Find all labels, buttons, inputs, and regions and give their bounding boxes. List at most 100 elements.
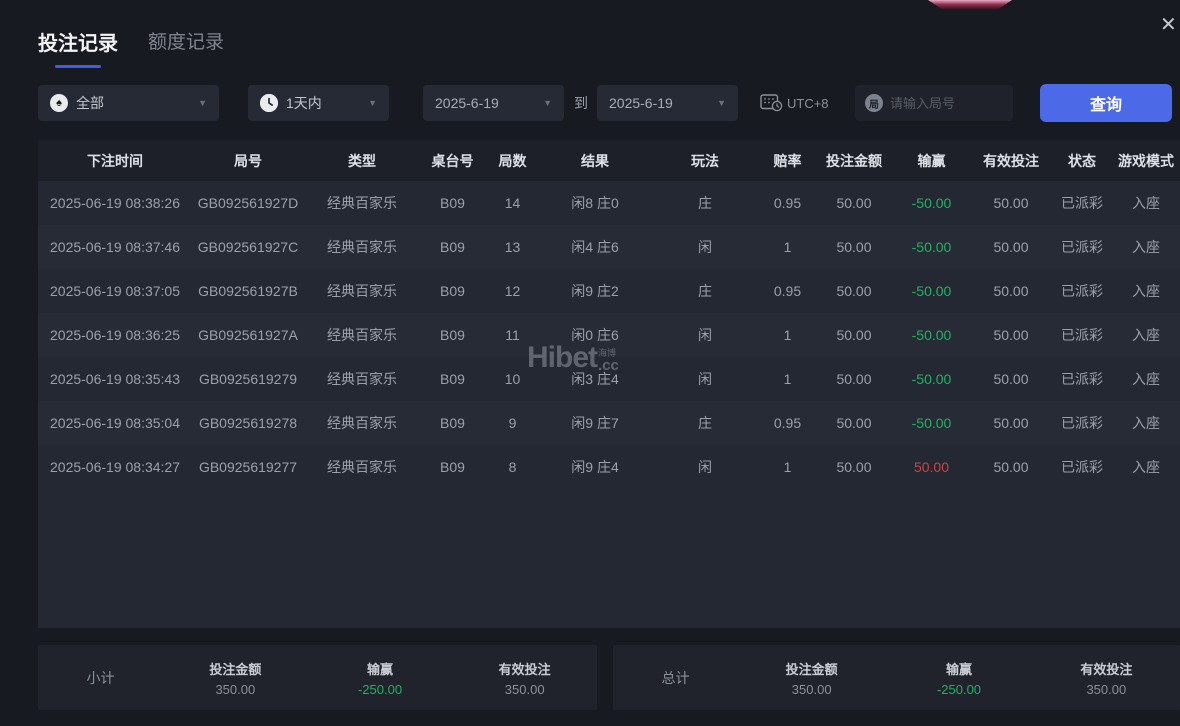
betting-records-table: 下注时间 局号 类型 桌台号 局数 结果 玩法 赔率 投注金额 输赢 有效投注 … [38, 140, 1180, 628]
cell-status: 已派彩 [1052, 281, 1112, 301]
tab-betting-records[interactable]: 投注记录 [38, 27, 118, 68]
chevron-down-icon: ▼ [717, 98, 726, 108]
date-from-select[interactable]: 2025-6-19 ▼ [423, 85, 564, 121]
cell-play-type: 庄 [650, 413, 760, 433]
column-header: 局号 [192, 151, 304, 171]
total-label: 总计 [613, 668, 738, 688]
cell-game-mode: 入座 [1112, 413, 1180, 433]
cell-round-no: 9 [485, 415, 540, 431]
cell-valid-bet: 50.00 [970, 371, 1052, 387]
round-number-icon: 局 [865, 94, 883, 112]
column-header: 桌台号 [420, 151, 485, 171]
subtotal-label: 小计 [38, 668, 163, 688]
cell-status: 已派彩 [1052, 193, 1112, 213]
cell-game-mode: 入座 [1112, 369, 1180, 389]
cell-result: 闲9 庄2 [540, 281, 650, 301]
chevron-down-icon: ▼ [368, 98, 377, 108]
clipped-brand-logo [928, 0, 1012, 10]
cell-bet-time: 2025-06-19 08:37:46 [38, 239, 192, 255]
cell-win-loss: -50.00 [893, 415, 970, 431]
column-header: 局数 [485, 151, 540, 171]
cell-odds: 1 [760, 371, 815, 387]
date-range-to-label: 到 [566, 85, 596, 121]
cell-odds: 1 [760, 327, 815, 343]
table-row: 2025-06-19 08:34:27 GB0925619277 经典百家乐 B… [38, 445, 1180, 489]
cell-table-no: B09 [420, 415, 485, 431]
cell-bet-time: 2025-06-19 08:34:27 [38, 459, 192, 475]
cell-round-no: 8 [485, 459, 540, 475]
cell-game-mode: 入座 [1112, 325, 1180, 345]
column-header: 结果 [540, 151, 650, 171]
column-header: 玩法 [650, 151, 760, 171]
cell-result: 闲4 庄6 [540, 237, 650, 257]
cell-round-id: GB0925619277 [192, 459, 304, 475]
cell-status: 已派彩 [1052, 413, 1112, 433]
column-header: 投注金额 [815, 151, 893, 171]
column-header: 状态 [1052, 151, 1112, 171]
cell-odds: 1 [760, 459, 815, 475]
column-header: 有效投注 [970, 151, 1052, 171]
cell-status: 已派彩 [1052, 325, 1112, 345]
cell-valid-bet: 50.00 [970, 415, 1052, 431]
cell-bet-amount: 50.00 [815, 415, 893, 431]
cell-odds: 1 [760, 239, 815, 255]
cell-game-mode: 入座 [1112, 193, 1180, 213]
date-from-value: 2025-6-19 [435, 95, 499, 111]
cell-table-no: B09 [420, 283, 485, 299]
round-number-input[interactable] [890, 96, 1003, 111]
cell-play-type: 庄 [650, 281, 760, 301]
cell-valid-bet: 50.00 [970, 239, 1052, 255]
cell-odds: 0.95 [760, 415, 815, 431]
table-row: 2025-06-19 08:35:04 GB0925619278 经典百家乐 B… [38, 401, 1180, 445]
cell-game-type: 经典百家乐 [304, 413, 420, 433]
time-range-select[interactable]: 1天内 ▼ [248, 85, 389, 121]
tab-credit-records-label: 额度记录 [148, 27, 224, 54]
cell-table-no: B09 [420, 371, 485, 387]
cell-odds: 0.95 [760, 283, 815, 299]
total-win-loss: 输赢 -250.00 [885, 659, 1032, 697]
total-panel: 总计 投注金额 350.00 输赢 -250.00 有效投注 350.00 [613, 645, 1180, 710]
cell-round-no: 12 [485, 283, 540, 299]
column-header: 赔率 [760, 151, 815, 171]
cell-odds: 0.95 [760, 195, 815, 211]
cell-play-type: 闲 [650, 237, 760, 257]
cell-bet-time: 2025-06-19 08:38:26 [38, 195, 192, 211]
time-range-value: 1天内 [286, 93, 322, 113]
date-to-select[interactable]: 2025-6-19 ▼ [597, 85, 738, 121]
timezone-label: UTC+8 [787, 96, 829, 111]
query-button[interactable]: 查询 [1040, 84, 1172, 122]
subtotal-bet-amount: 投注金额 350.00 [163, 659, 308, 697]
cell-game-type: 经典百家乐 [304, 281, 420, 301]
cell-bet-amount: 50.00 [815, 195, 893, 211]
cell-game-mode: 入座 [1112, 237, 1180, 257]
cell-round-id: GB092561927D [192, 195, 304, 211]
cell-win-loss: -50.00 [893, 371, 970, 387]
table-header: 下注时间 局号 类型 桌台号 局数 结果 玩法 赔率 投注金额 输赢 有效投注 … [38, 140, 1180, 181]
cell-valid-bet: 50.00 [970, 195, 1052, 211]
table-row: 2025-06-19 08:37:05 GB092561927B 经典百家乐 B… [38, 269, 1180, 313]
subtotal-valid-bet: 有效投注 350.00 [452, 659, 597, 697]
column-header: 下注时间 [38, 151, 192, 171]
table-row: 2025-06-19 08:36:25 GB092561927A 经典百家乐 B… [38, 313, 1180, 357]
cell-win-loss: -50.00 [893, 327, 970, 343]
cell-result: 闲9 庄7 [540, 413, 650, 433]
cell-round-id: GB092561927A [192, 327, 304, 343]
timezone-indicator: UTC+8 [760, 85, 829, 121]
game-type-value: 全部 [76, 93, 104, 113]
subtotal-win-loss: 输赢 -250.00 [308, 659, 453, 697]
cell-round-id: GB0925619278 [192, 415, 304, 431]
cell-game-mode: 入座 [1112, 457, 1180, 477]
cell-valid-bet: 50.00 [970, 459, 1052, 475]
cell-bet-amount: 50.00 [815, 327, 893, 343]
cell-round-id: GB092561927B [192, 283, 304, 299]
cell-round-no: 13 [485, 239, 540, 255]
cell-result: 闲9 庄4 [540, 457, 650, 477]
cell-round-no: 11 [485, 327, 540, 343]
calendar-clock-icon [760, 92, 783, 115]
close-icon[interactable]: ✕ [1160, 15, 1177, 35]
cell-win-loss: -50.00 [893, 283, 970, 299]
cell-play-type: 闲 [650, 457, 760, 477]
cell-game-type: 经典百家乐 [304, 237, 420, 257]
game-type-select[interactable]: ♠ 全部 ▼ [38, 85, 219, 121]
tab-credit-records[interactable]: 额度记录 [148, 27, 224, 54]
